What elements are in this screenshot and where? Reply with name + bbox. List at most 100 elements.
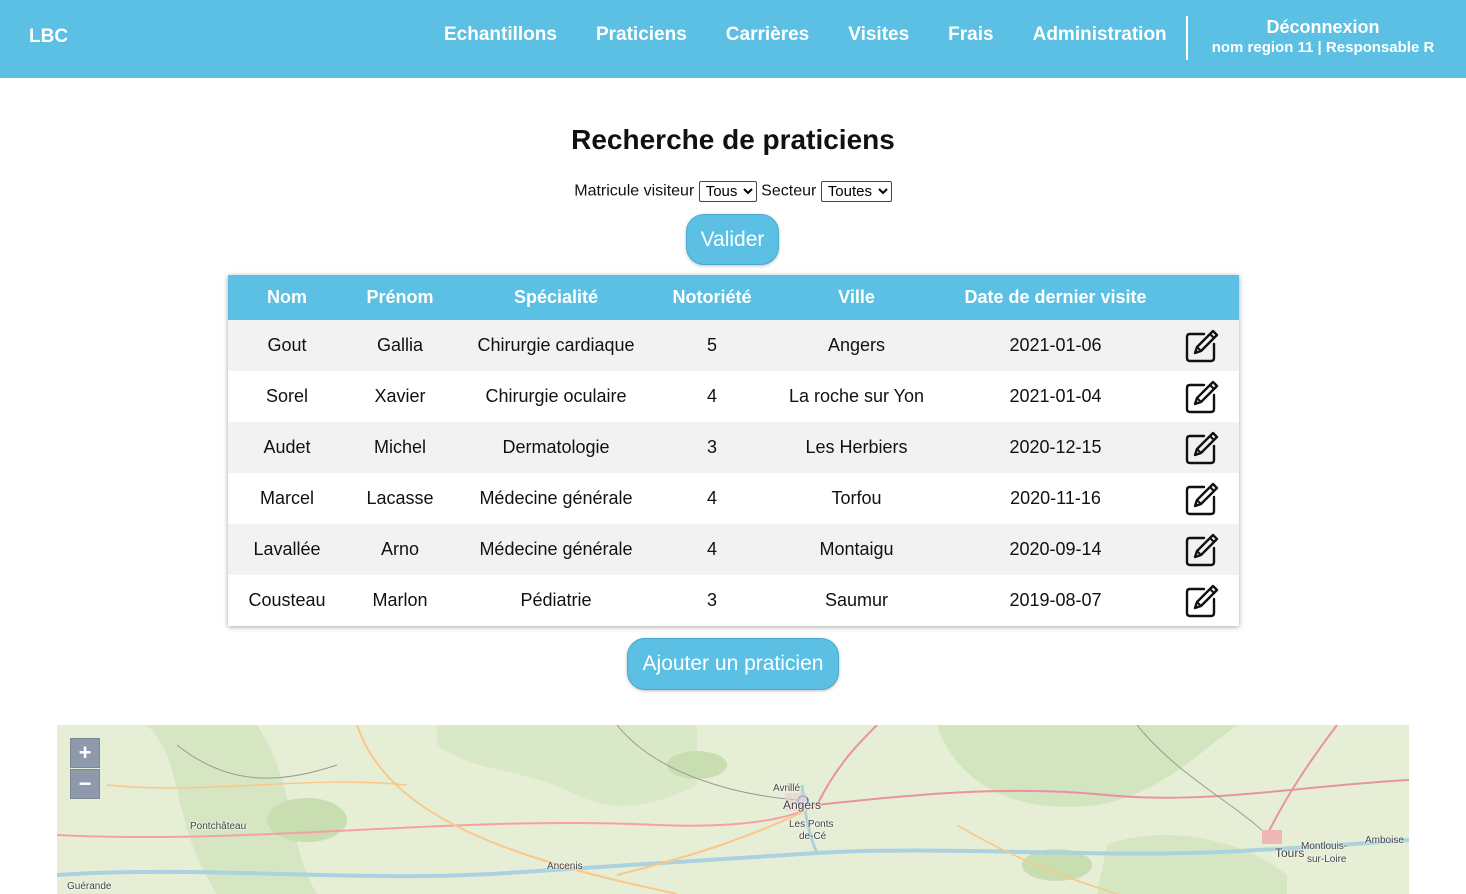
table-row: Sorel Xavier Chirurgie oculaire 4 La roche s…: [228, 371, 1239, 422]
table-header-row: Nom Prénom Spécialité Notoriété Ville Da…: [228, 275, 1239, 320]
cell-notoriete: 5: [706, 335, 717, 355]
cell-nom: Gout: [267, 335, 307, 355]
cell-date: 2020-11-16: [1010, 488, 1101, 508]
cell-date: 2020-09-14: [1009, 539, 1102, 559]
table-row: Marcel Lacasse Médecine générale 4 Torfou 202…: [228, 473, 1239, 524]
submit-button[interactable]: Valider: [686, 214, 779, 265]
cell-date: 2021-01-04: [1009, 386, 1102, 406]
cell-actions: [1164, 422, 1239, 473]
secteur-select[interactable]: Toutes: [820, 181, 892, 202]
cell-specialite: Médecine générale: [479, 488, 633, 508]
cell-specialite: Chirurgie cardiaque: [477, 335, 635, 355]
edit-icon[interactable]: [1184, 481, 1220, 517]
map-label: Guérande: [67, 881, 112, 892]
cell-prenom: Michel: [373, 437, 426, 457]
cell-specialite: Pédiatrie: [520, 590, 592, 610]
praticiens-table-container: Nom Prénom Spécialité Notoriété Ville Da…: [228, 275, 1239, 626]
header-notoriete[interactable]: Notoriété: [658, 275, 766, 320]
map-label: Montlouis-: [1301, 841, 1348, 852]
table-row: Lavallée Arno Médecine générale 4 Montaigu 20…: [228, 524, 1239, 575]
header-nom[interactable]: Nom: [228, 275, 346, 320]
edit-icon[interactable]: [1184, 430, 1220, 466]
map-label: Amboise: [1365, 835, 1404, 846]
praticiens-table: Nom Prénom Spécialité Notoriété Ville Da…: [228, 275, 1239, 626]
cell-date: 2019-08-07: [1009, 590, 1102, 610]
cell-notoriete: 3: [706, 590, 717, 610]
table-row: Audet Michel Dermatologie 3 Les Herbiers 2020…: [228, 422, 1239, 473]
map-label: Tours: [1275, 846, 1305, 860]
edit-icon[interactable]: [1184, 379, 1220, 415]
header-ville[interactable]: Ville: [766, 275, 947, 320]
cell-ville: La roche sur Yon: [788, 386, 925, 406]
cell-date: 2020-12-15: [1009, 437, 1102, 457]
add-praticien-button[interactable]: Ajouter un praticien: [627, 638, 839, 690]
cell-specialite: Médecine générale: [479, 539, 633, 559]
cell-nom: Cousteau: [248, 590, 326, 610]
cell-ville: Montaigu: [819, 539, 894, 559]
cell-actions: [1164, 524, 1239, 575]
map-tiles: [57, 725, 1409, 894]
cell-nom: Marcel: [259, 488, 314, 508]
cell-prenom: Marlon: [372, 590, 428, 610]
cell-nom: Audet: [263, 437, 311, 457]
top-navbar: LBC Echantillons Praticiens Carrières Vi…: [0, 0, 1466, 78]
secteur-label: Secteur: [761, 182, 817, 200]
brand-logo[interactable]: LBC: [29, 26, 68, 48]
map-label: Pontchâteau: [190, 821, 247, 832]
header-prenom[interactable]: Prénom: [346, 275, 454, 320]
nav-link-carrieres[interactable]: Carrières: [726, 24, 809, 46]
matricule-select[interactable]: Tous: [698, 181, 757, 202]
map-label: Les Ponts: [789, 819, 834, 830]
edit-icon[interactable]: [1184, 328, 1220, 364]
map-label: de-Cé: [799, 831, 827, 842]
edit-icon[interactable]: [1184, 532, 1220, 568]
cell-actions: [1164, 320, 1239, 371]
cell-notoriete: 3: [706, 437, 717, 457]
cell-prenom: Arno: [380, 539, 420, 559]
cell-specialite: Dermatologie: [502, 437, 610, 457]
map-label: Ancenis: [547, 861, 583, 872]
edit-icon[interactable]: [1184, 583, 1220, 619]
header-date[interactable]: Date de dernier visite: [947, 275, 1164, 320]
nav-link-praticiens[interactable]: Praticiens: [596, 24, 687, 46]
cell-prenom: Xavier: [374, 386, 426, 406]
map-label: Angers: [783, 798, 822, 812]
cell-notoriete: 4: [706, 539, 717, 559]
cell-actions: [1164, 575, 1239, 626]
table-row: Gout Gallia Chirurgie cardiaque 5 Angers 2021…: [228, 320, 1239, 371]
cell-prenom: Lacasse: [366, 488, 434, 508]
user-panel: Déconnexion nom region 11 | Responsable …: [1193, 17, 1453, 56]
cell-nom: Sorel: [265, 386, 309, 406]
zoom-in-button[interactable]: +: [70, 738, 100, 768]
nav-link-echantillons[interactable]: Echantillons: [444, 24, 557, 46]
table-row: Cousteau Marlon Pédiatrie 3 Saumur 2019-08-07: [228, 575, 1239, 626]
cell-actions: [1164, 371, 1239, 422]
cell-specialite: Chirurgie oculaire: [485, 386, 627, 406]
cell-actions: [1164, 473, 1239, 524]
header-specialite[interactable]: Spécialité: [454, 275, 658, 320]
user-info: nom region 11 | Responsable R: [1211, 39, 1435, 56]
cell-notoriete: 4: [706, 488, 717, 508]
cell-ville: Angers: [827, 335, 886, 355]
logout-link[interactable]: Déconnexion: [1193, 17, 1453, 38]
nav-link-visites[interactable]: Visites: [848, 24, 909, 46]
map-view[interactable]: + − Avrillé Angers Les Ponts de-Cé Pontc…: [57, 725, 1409, 894]
matricule-label: Matricule visiteur: [574, 182, 695, 200]
header-actions: [1164, 275, 1239, 320]
zoom-out-button[interactable]: −: [70, 769, 100, 799]
map-label: sur-Loire: [1307, 854, 1347, 865]
cell-ville: Torfou: [831, 488, 882, 508]
cell-date: 2021-01-06: [1009, 335, 1102, 355]
cell-prenom: Gallia: [376, 335, 424, 355]
cell-ville: Les Herbiers: [805, 437, 908, 457]
cell-notoriete: 4: [706, 386, 717, 406]
nav-link-administration[interactable]: Administration: [1033, 24, 1167, 46]
cell-nom: Lavallée: [253, 539, 321, 559]
nav-link-frais[interactable]: Frais: [948, 24, 993, 46]
search-filters: Matricule visiteur Tous Secteur Toutes: [0, 181, 1466, 202]
nav-links: Echantillons Praticiens Carrières Visite…: [444, 24, 1206, 46]
page-title: Recherche de praticiens: [571, 124, 895, 155]
nav-divider: [1186, 16, 1188, 60]
cell-ville: Saumur: [824, 590, 889, 610]
map-label: Avrillé: [773, 783, 801, 794]
